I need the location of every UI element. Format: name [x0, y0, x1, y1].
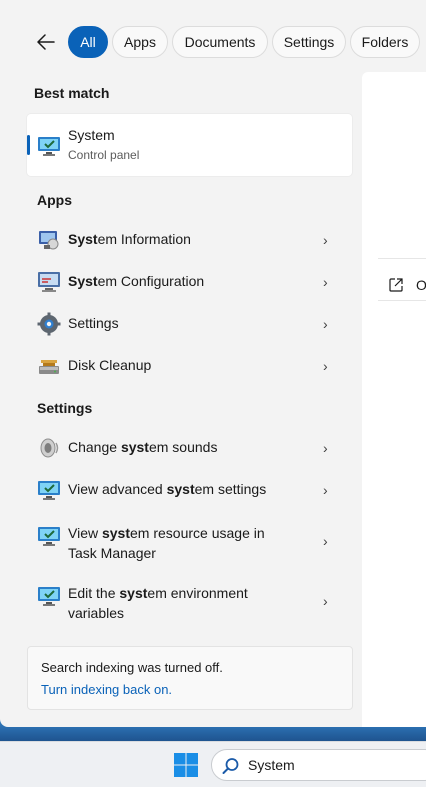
settings-heading: Settings: [37, 400, 93, 416]
turn-indexing-on-link[interactable]: Turn indexing back on.: [41, 682, 172, 697]
setting-item-resource-usage[interactable]: View system resource usage in Task Manag…: [27, 521, 352, 565]
tab-settings[interactable]: Settings: [272, 26, 346, 58]
taskbar: [0, 741, 426, 787]
chevron-right-icon: ›: [323, 533, 328, 549]
setting-item-change-system-sounds[interactable]: Change system sounds ›: [27, 427, 352, 469]
system-info-icon: [39, 231, 59, 250]
search-icon: [222, 758, 239, 774]
indexing-notice: Search indexing was turned off. Turn ind…: [27, 646, 353, 710]
setting-item-label: View advanced system settings: [68, 481, 267, 497]
search-panel: All Apps Documents Settings Folders Best…: [0, 0, 426, 727]
tab-apps[interactable]: Apps: [112, 26, 168, 58]
setting-item-label: Edit the system environment variables: [68, 585, 248, 621]
app-item-settings[interactable]: Settings ›: [27, 303, 352, 345]
best-match-title: System: [68, 127, 115, 143]
system-monitor-icon: [38, 137, 60, 156]
app-item-disk-cleanup[interactable]: Disk Cleanup ›: [27, 345, 352, 387]
taskbar-search-box[interactable]: [211, 749, 426, 781]
chevron-right-icon: ›: [323, 482, 328, 498]
open-action[interactable]: O: [378, 270, 426, 300]
chevron-right-icon: ›: [323, 358, 328, 374]
apps-heading: Apps: [37, 192, 72, 208]
disk-cleanup-icon: [39, 360, 59, 374]
monitor-check-icon: [38, 527, 60, 546]
app-item-system-configuration[interactable]: System Configuration ›: [27, 261, 352, 303]
monitor-check-icon: [38, 587, 60, 606]
filter-bar: All Apps Documents Settings Folders: [0, 24, 426, 60]
indexing-message: Search indexing was turned off.: [41, 660, 223, 675]
best-match-subtitle: Control panel: [68, 148, 140, 162]
selection-indicator: [27, 135, 30, 155]
app-item-label: Settings: [68, 315, 119, 331]
chevron-right-icon: ›: [323, 316, 328, 332]
app-item-system-information[interactable]: System Information ›: [27, 219, 352, 261]
system-config-icon: [38, 272, 60, 292]
gear-icon: [37, 312, 61, 336]
open-label: O: [416, 277, 426, 293]
best-match-heading: Best match: [34, 85, 110, 101]
windows-start-icon[interactable]: [173, 752, 199, 778]
app-item-label: Disk Cleanup: [68, 357, 152, 373]
divider: [378, 258, 426, 259]
setting-item-label: Change system sounds: [68, 439, 218, 455]
tab-documents[interactable]: Documents: [172, 26, 268, 58]
preview-pane: [362, 72, 426, 727]
chevron-right-icon: ›: [323, 274, 328, 290]
tab-folders[interactable]: Folders: [350, 26, 420, 58]
app-item-label: System Configuration: [68, 273, 205, 289]
arrow-left-icon: [37, 34, 55, 50]
speaker-icon: [40, 438, 59, 458]
chevron-right-icon: ›: [323, 593, 328, 609]
setting-item-environment-variables[interactable]: Edit the system environment variables ›: [27, 581, 352, 625]
best-match-item[interactable]: System Control panel: [27, 114, 352, 176]
chevron-right-icon: ›: [323, 440, 328, 456]
setting-item-label: View system resource usage in Task Manag…: [68, 525, 265, 561]
search-input[interactable]: [248, 755, 426, 775]
app-item-label: System Information: [68, 231, 191, 247]
back-button[interactable]: [34, 30, 58, 54]
tab-all[interactable]: All: [68, 26, 108, 58]
divider: [378, 300, 426, 301]
monitor-check-icon: [38, 481, 60, 500]
chevron-right-icon: ›: [323, 232, 328, 248]
setting-item-advanced-system-settings[interactable]: View advanced system settings ›: [27, 469, 352, 511]
open-external-icon: [389, 278, 403, 292]
